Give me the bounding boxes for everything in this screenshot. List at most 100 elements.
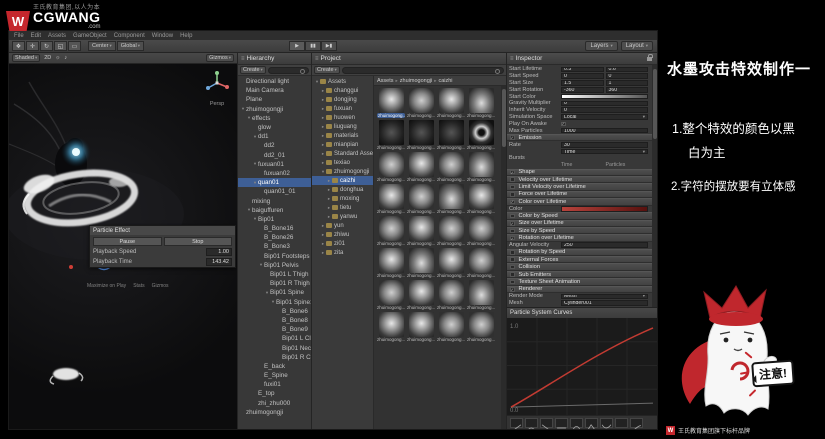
- asset-thumbnail[interactable]: [468, 216, 494, 241]
- module-checkbox[interactable]: [510, 279, 515, 285]
- value-field[interactable]: 0.6: [605, 66, 648, 73]
- asset-item[interactable]: zhuimogong...: [436, 248, 466, 278]
- hierarchy-item[interactable]: zhi_zhu000: [238, 399, 311, 408]
- lock-icon[interactable]: [647, 53, 653, 61]
- module-header-limit-velocity-over-lifetime[interactable]: Limit Velocity over Lifetime: [507, 183, 652, 191]
- asset-item[interactable]: zhuimogong...: [466, 152, 496, 182]
- asset-item[interactable]: zhuimogong...: [466, 312, 496, 342]
- asset-item[interactable]: zhuimogong...: [376, 248, 406, 278]
- playback-time-value[interactable]: 143.42: [206, 258, 232, 266]
- hierarchy-item[interactable]: ▾ quan01: [238, 178, 311, 188]
- asset-item[interactable]: zhuimogong...: [466, 88, 496, 118]
- audio-toggle-icon[interactable]: ♪: [64, 55, 67, 61]
- scrollbar-thumb[interactable]: [652, 69, 657, 139]
- scrollbar-thumb[interactable]: [501, 89, 506, 147]
- asset-item[interactable]: zhuimogong...: [406, 152, 436, 182]
- project-folder-item[interactable]: ▸ yun: [312, 221, 373, 230]
- breadcrumb-item[interactable]: caizhi: [438, 78, 452, 84]
- asset-item[interactable]: zhuimogong...: [376, 88, 406, 118]
- asset-thumbnail[interactable]: [408, 120, 434, 145]
- asset-item[interactable]: zhuimogong...: [436, 312, 466, 342]
- hierarchy-item[interactable]: Bip01 L Thigh: [238, 270, 311, 279]
- asset-thumbnail[interactable]: [438, 88, 464, 113]
- hierarchy-item[interactable]: E_top: [238, 389, 311, 398]
- curve-preset-button[interactable]: [615, 417, 628, 428]
- hierarchy-item[interactable]: ▾ fuxuan01: [238, 160, 311, 169]
- asset-item[interactable]: zhuimogong...: [466, 280, 496, 310]
- value-field[interactable]: 250: [561, 242, 648, 249]
- value-field[interactable]: 30: [561, 141, 648, 148]
- asset-item[interactable]: zhuimogong...: [466, 248, 496, 278]
- dropdown-field[interactable]: Local ▾: [561, 114, 648, 120]
- module-header-rotation-over-lifetime[interactable]: ✓ Rotation over Lifetime: [507, 234, 652, 242]
- hand-tool-icon[interactable]: ❖: [12, 41, 25, 51]
- statusbar-item[interactable]: Maximize on Play: [87, 283, 126, 289]
- asset-thumbnail[interactable]: [468, 120, 494, 145]
- hierarchy-search-input[interactable]: [267, 66, 309, 74]
- module-checkbox[interactable]: [510, 213, 515, 219]
- module-checkbox[interactable]: [510, 192, 515, 197]
- hierarchy-item[interactable]: dd2: [238, 141, 311, 150]
- hierarchy-item[interactable]: ▾ Bip01 Spine: [238, 288, 311, 297]
- module-header-color-by-speed[interactable]: Color by Speed: [507, 212, 652, 220]
- asset-item[interactable]: zhuimogong...: [466, 216, 496, 246]
- project-folder-item[interactable]: ▸Standard Assets: [312, 149, 373, 158]
- asset-item[interactable]: zhuimogong...: [406, 184, 436, 214]
- hierarchy-item[interactable]: E_back: [238, 362, 311, 371]
- module-header-color-over-lifetime[interactable]: ✓ Color over Lifetime: [507, 198, 652, 206]
- hierarchy-item[interactable]: glow: [238, 123, 311, 132]
- asset-thumbnail[interactable]: [408, 152, 434, 177]
- module-checkbox[interactable]: ✓: [510, 236, 515, 241]
- asset-thumbnail[interactable]: [438, 312, 464, 337]
- asset-thumbnail[interactable]: [438, 120, 464, 145]
- hierarchy-item[interactable]: ▾ baiguffuren: [238, 206, 311, 215]
- asset-thumbnail[interactable]: [438, 248, 464, 273]
- value-field[interactable]: 0: [605, 73, 648, 79]
- hierarchy-item[interactable]: Bip01 L Clavicle: [238, 334, 311, 343]
- hierarchy-item[interactable]: Bip01 Neck: [238, 343, 311, 352]
- module-checkbox[interactable]: [510, 264, 515, 270]
- project-folder-item[interactable]: ▸ liuguang: [312, 122, 373, 131]
- value-field[interactable]: 1.5: [561, 80, 604, 86]
- project-folder-item[interactable]: ▸ mianpian: [312, 140, 373, 149]
- hierarchy-item[interactable]: E_Spine: [238, 371, 311, 380]
- play-button[interactable]: ▶: [289, 41, 305, 51]
- hierarchy-item[interactable]: B_Bone8: [238, 316, 311, 325]
- asset-item[interactable]: zhuimogong...: [436, 280, 466, 310]
- statusbar-item[interactable]: Gizmos: [152, 283, 169, 289]
- module-header-external-forces[interactable]: External Forces: [507, 256, 652, 264]
- hierarchy-item[interactable]: ▾ Bip01 Spine1: [238, 298, 311, 307]
- curves-title[interactable]: Particle System Curves: [507, 308, 657, 318]
- project-folder-item[interactable]: ▸ tietu: [312, 203, 373, 212]
- module-header-rotation-by-speed[interactable]: Rotation by Speed: [507, 248, 652, 257]
- layers-dropdown[interactable]: Layers ▾: [585, 41, 618, 51]
- hierarchy-item[interactable]: Directional light: [238, 77, 311, 86]
- rotate-tool-icon[interactable]: ↻: [40, 41, 53, 51]
- value-field[interactable]: 0: [561, 100, 648, 107]
- project-folder-item[interactable]: ▸ dongjing: [312, 95, 373, 104]
- hierarchy-item[interactable]: B_Bone9: [238, 325, 311, 334]
- asset-item[interactable]: zhuimogong...: [376, 152, 406, 182]
- move-tool-icon[interactable]: ✛: [26, 41, 39, 51]
- module-header-renderer[interactable]: ✓ Renderer: [507, 285, 652, 293]
- curve-preset-button[interactable]: [525, 417, 538, 429]
- asset-item[interactable]: zhuimogong...: [466, 184, 496, 214]
- curve-preset-button[interactable]: [555, 417, 568, 428]
- asset-item[interactable]: zhuimogong...: [406, 312, 436, 342]
- asset-thumbnail[interactable]: [378, 120, 404, 145]
- menu-assets[interactable]: Assets: [48, 33, 66, 39]
- curve-graph[interactable]: 1.0 0.0: [507, 318, 657, 415]
- module-checkbox[interactable]: ✓: [510, 221, 515, 226]
- inspector-tab[interactable]: ≡ Inspector: [507, 53, 657, 65]
- layout-dropdown[interactable]: Layout ▾: [620, 41, 653, 51]
- asset-thumbnail[interactable]: [438, 184, 464, 209]
- asset-item[interactable]: zhuimogong...: [436, 88, 466, 118]
- asset-thumbnail[interactable]: [378, 88, 404, 113]
- project-folder-item[interactable]: ▾ zhuimogongji: [312, 167, 373, 176]
- asset-thumbnail[interactable]: [408, 312, 434, 337]
- value-field[interactable]: 0.5: [561, 66, 604, 73]
- curve-preset-button[interactable]: [630, 417, 643, 429]
- step-button[interactable]: ▶▮: [321, 41, 337, 51]
- project-search-input[interactable]: [341, 66, 504, 74]
- project-folder-item[interactable]: ▸ moxing: [312, 194, 373, 203]
